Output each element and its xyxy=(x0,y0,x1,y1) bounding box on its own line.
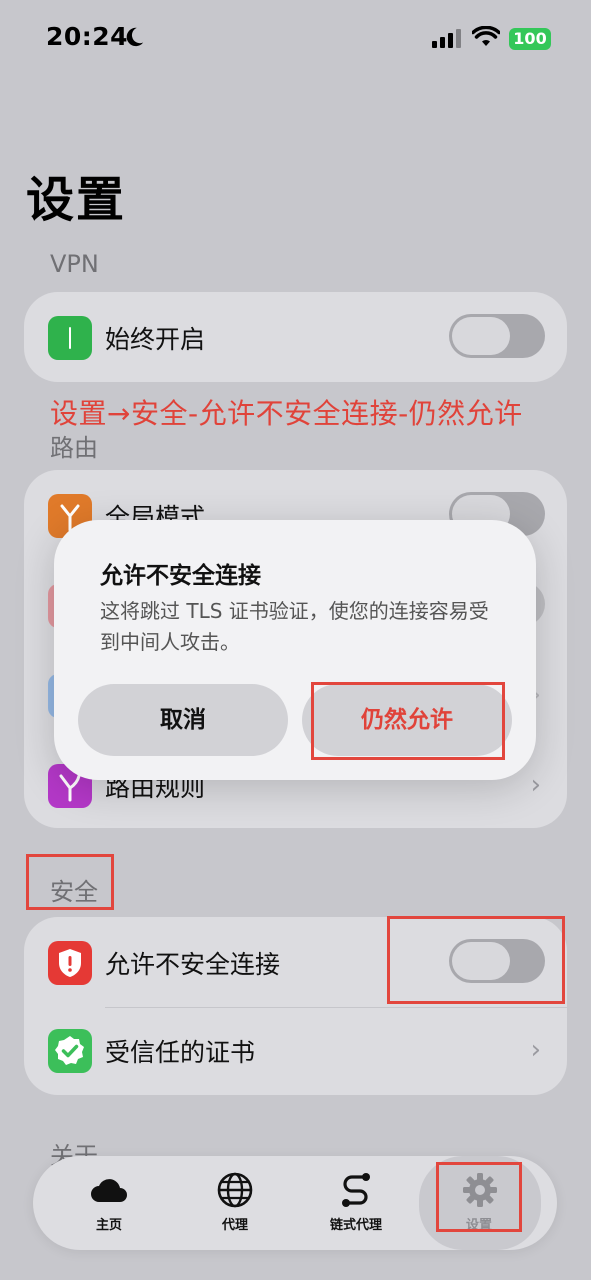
tab-chain-proxy[interactable]: 链式代理 xyxy=(296,1156,416,1250)
route-icon xyxy=(342,1173,370,1207)
battery-indicator: 100 xyxy=(509,28,551,50)
cloud-icon xyxy=(91,1179,127,1202)
shield-alert-icon xyxy=(48,941,92,985)
vpn-group: 始终开启 xyxy=(24,292,567,382)
section-label-vpn: VPN xyxy=(50,250,99,278)
cellular-signal-icon xyxy=(432,29,461,48)
trusted-certs-label: 受信任的证书 xyxy=(105,1038,256,1067)
cancel-button[interactable]: 取消 xyxy=(78,684,288,756)
highlight-toggle xyxy=(387,916,565,1004)
always-on-row[interactable]: 始终开启 xyxy=(24,292,567,382)
chevron-right-icon: › xyxy=(530,1035,541,1065)
tab-home-label: 主页 xyxy=(95,1218,122,1233)
page-title: 设置 xyxy=(26,172,127,228)
highlight-confirm-button xyxy=(311,682,505,760)
tab-proxy-label: 代理 xyxy=(221,1218,248,1233)
power-icon xyxy=(48,316,92,360)
chevron-right-icon: › xyxy=(530,770,541,800)
instruction-annotation: 设置→安全-允许不安全连接-仍然允许 xyxy=(50,397,523,430)
highlight-security-label xyxy=(26,854,114,910)
section-label-routing: 路由 xyxy=(50,434,98,462)
dialog-message: 这将跳过 TLS 证书验证，使您的连接容易受到中间人攻击。 xyxy=(100,599,489,654)
tab-home[interactable]: 主页 xyxy=(49,1156,169,1250)
tab-proxy[interactable]: 代理 xyxy=(175,1156,295,1250)
wifi-icon xyxy=(472,26,500,46)
dialog-title: 允许不安全连接 xyxy=(100,563,261,589)
trusted-certs-row[interactable]: 受信任的证书 › xyxy=(24,1005,567,1095)
allow-insecure-label: 允许不安全连接 xyxy=(105,950,281,979)
certificate-check-icon xyxy=(48,1029,92,1073)
tab-chain-proxy-label: 链式代理 xyxy=(329,1218,382,1233)
always-on-label: 始终开启 xyxy=(105,325,206,354)
status-time: 20:24 xyxy=(46,22,129,51)
always-on-toggle[interactable] xyxy=(449,314,545,358)
globe-icon xyxy=(217,1172,253,1208)
moon-icon xyxy=(126,27,144,47)
highlight-settings-tab xyxy=(436,1162,522,1232)
